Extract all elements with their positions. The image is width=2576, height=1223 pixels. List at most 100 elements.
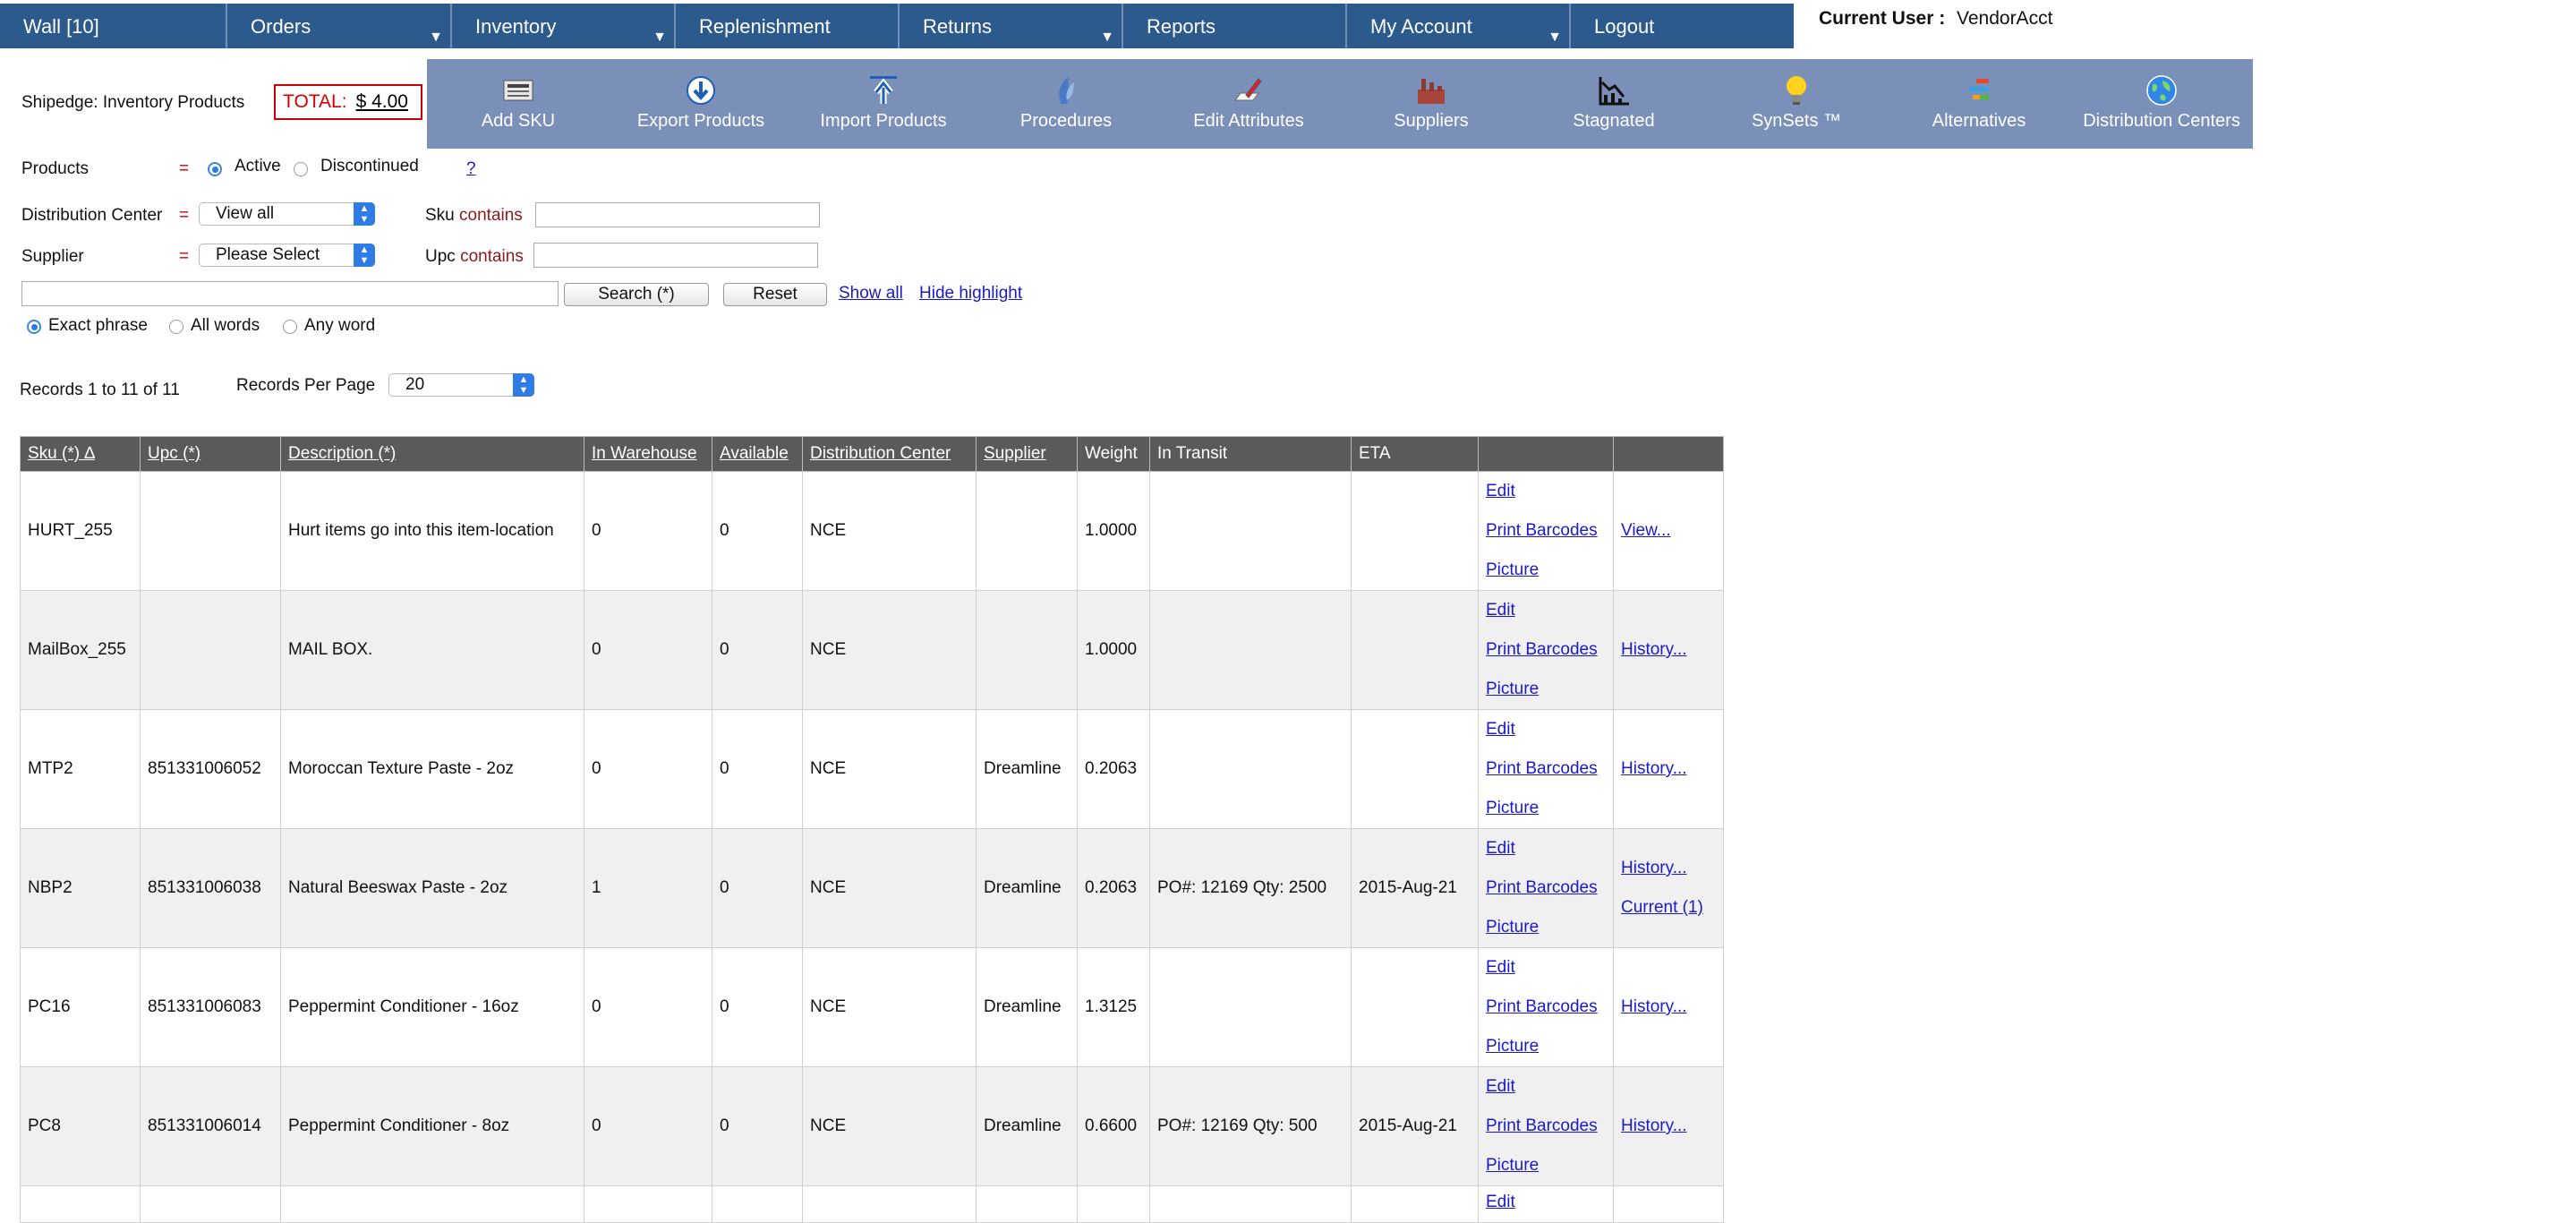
- header-available[interactable]: Available: [712, 436, 803, 472]
- print-barcodes-link[interactable]: Print Barcodes: [1486, 1107, 1606, 1146]
- cell-in-transit: [1149, 709, 1352, 829]
- distribution-center-select[interactable]: View all ▲ ▼: [199, 202, 375, 226]
- procedures-button[interactable]: Procedures: [975, 59, 1157, 149]
- cell-actions: Edit Print Barcodes Picture: [1478, 947, 1614, 1067]
- discontinued-radio[interactable]: [294, 162, 308, 176]
- synsets-button[interactable]: SynSets ™: [1705, 59, 1888, 149]
- suppliers-button[interactable]: Suppliers: [1340, 59, 1523, 149]
- cell-eta: 2015-Aug-21: [1351, 1066, 1479, 1186]
- edit-link[interactable]: Edit: [1486, 591, 1606, 630]
- print-barcodes-link[interactable]: Print Barcodes: [1486, 749, 1606, 789]
- edit-attributes-button[interactable]: Edit Attributes: [1157, 59, 1340, 149]
- history-link[interactable]: History...: [1621, 1107, 1716, 1146]
- nav-reports[interactable]: Reports: [1123, 4, 1347, 48]
- search-button[interactable]: Search (*): [564, 283, 709, 306]
- table-row: MailBox_255 MAIL BOX. 0 0 NCE 1.0000 Edi…: [20, 590, 1724, 710]
- cell-distribution-center: NCE: [802, 590, 977, 710]
- edit-link[interactable]: Edit: [1486, 948, 1606, 988]
- total-value-link[interactable]: $ 4.00: [356, 91, 408, 112]
- any-word-radio[interactable]: [283, 320, 297, 334]
- picture-link[interactable]: Picture: [1486, 551, 1606, 590]
- header-sku[interactable]: Sku (*) ∆: [20, 436, 141, 472]
- export-products-button[interactable]: Export Products: [610, 59, 792, 149]
- hide-highlight-link[interactable]: Hide highlight: [919, 284, 1022, 304]
- search-input[interactable]: [21, 281, 559, 306]
- nav-returns[interactable]: Returns ▼: [900, 4, 1123, 48]
- cell-in-transit: PO#: 12169 Qty: 500: [1149, 1066, 1352, 1186]
- header-upc[interactable]: Upc (*): [140, 436, 281, 472]
- nav-replenishment[interactable]: Replenishment: [676, 4, 900, 48]
- sku-contains: contains: [459, 206, 523, 225]
- print-barcodes-link[interactable]: Print Barcodes: [1486, 988, 1606, 1027]
- history-link[interactable]: History...: [1621, 630, 1716, 670]
- history-link[interactable]: History...: [1621, 849, 1716, 888]
- print-barcodes-link[interactable]: Print Barcodes: [1486, 630, 1606, 670]
- cell-in-warehouse: 0: [584, 709, 712, 829]
- discontinued-label: Discontinued: [320, 157, 419, 175]
- chevron-down-icon: ▼: [653, 30, 667, 45]
- stagnated-label: Stagnated: [1573, 111, 1655, 131]
- exact-phrase-radio[interactable]: [27, 320, 41, 334]
- header-in-warehouse[interactable]: In Warehouse: [584, 436, 712, 472]
- stagnated-button[interactable]: Stagnated: [1523, 59, 1705, 149]
- print-barcodes-link[interactable]: Print Barcodes: [1486, 511, 1606, 551]
- print-barcodes-link[interactable]: Print Barcodes: [1486, 868, 1606, 908]
- edit-link[interactable]: Edit: [1486, 710, 1606, 749]
- active-radio[interactable]: [208, 162, 222, 176]
- cell-extra: [1613, 1185, 1724, 1223]
- add-sku-icon: [503, 80, 533, 101]
- header-description[interactable]: Description (*): [280, 436, 584, 472]
- current-link[interactable]: Current (1): [1621, 888, 1716, 928]
- edit-link[interactable]: Edit: [1486, 472, 1606, 511]
- sku-filter-label: Sku contains: [425, 206, 523, 226]
- cell-weight: 1.0000: [1077, 471, 1150, 591]
- supplier-label: Supplier: [21, 247, 84, 266]
- edit-link[interactable]: Edit: [1486, 829, 1606, 868]
- cell-in-transit: PO#: 12169 Qty: 2500: [1149, 828, 1352, 948]
- total-label: TOTAL:: [283, 91, 347, 112]
- picture-link[interactable]: Picture: [1486, 789, 1606, 828]
- header-supplier[interactable]: Supplier: [976, 436, 1078, 472]
- nav-wall[interactable]: Wall [10]: [0, 4, 227, 48]
- reset-button[interactable]: Reset: [723, 283, 827, 306]
- all-words-radio[interactable]: [169, 320, 183, 334]
- cell-eta: [1351, 1185, 1479, 1223]
- import-products-button[interactable]: Import Products: [792, 59, 975, 149]
- cell-extra: History...: [1613, 1066, 1724, 1186]
- nav-inventory[interactable]: Inventory ▼: [452, 4, 676, 48]
- cell-sku: [20, 1185, 141, 1223]
- alternatives-button[interactable]: Alternatives: [1888, 59, 2070, 149]
- cell-description: Natural Beeswax Paste - 2oz: [280, 828, 584, 948]
- cell-weight: 0.2063: [1077, 828, 1150, 948]
- cell-extra: History...: [1613, 947, 1724, 1067]
- header-weight: Weight: [1077, 436, 1150, 472]
- show-all-link[interactable]: Show all: [839, 284, 903, 304]
- supplier-eq: =: [179, 247, 190, 266]
- cell-in-transit: [1149, 1185, 1352, 1223]
- upc-input[interactable]: [533, 243, 818, 268]
- table-row: MTP2 851331006052 Moroccan Texture Paste…: [20, 709, 1724, 829]
- distribution-centers-button[interactable]: Distribution Centers: [2070, 59, 2253, 149]
- exact-phrase-label: Exact phrase: [48, 316, 148, 335]
- picture-link[interactable]: Picture: [1486, 1027, 1606, 1066]
- edit-link[interactable]: Edit: [1486, 1186, 1606, 1219]
- nav-my-account[interactable]: My Account ▼: [1347, 4, 1571, 48]
- nav-logout[interactable]: Logout: [1571, 4, 1794, 48]
- supplier-select[interactable]: Please Select ▲ ▼: [199, 244, 375, 267]
- add-sku-button[interactable]: Add SKU: [427, 59, 610, 149]
- records-per-page-select[interactable]: 20 ▲ ▼: [388, 373, 534, 397]
- picture-link[interactable]: Picture: [1486, 670, 1606, 709]
- sku-input[interactable]: [535, 202, 820, 227]
- help-link[interactable]: ?: [466, 159, 476, 179]
- cell-in-warehouse: 0: [584, 471, 712, 591]
- nav-orders[interactable]: Orders ▼: [227, 4, 452, 48]
- cell-available: 0: [712, 828, 803, 948]
- picture-link[interactable]: Picture: [1486, 1146, 1606, 1185]
- cell-sku: NBP2: [20, 828, 141, 948]
- header-distribution-center[interactable]: Distribution Center: [802, 436, 977, 472]
- history-link[interactable]: History...: [1621, 749, 1716, 789]
- edit-link[interactable]: Edit: [1486, 1067, 1606, 1107]
- history-link[interactable]: History...: [1621, 988, 1716, 1027]
- view-link[interactable]: View...: [1621, 511, 1716, 551]
- picture-link[interactable]: Picture: [1486, 908, 1606, 947]
